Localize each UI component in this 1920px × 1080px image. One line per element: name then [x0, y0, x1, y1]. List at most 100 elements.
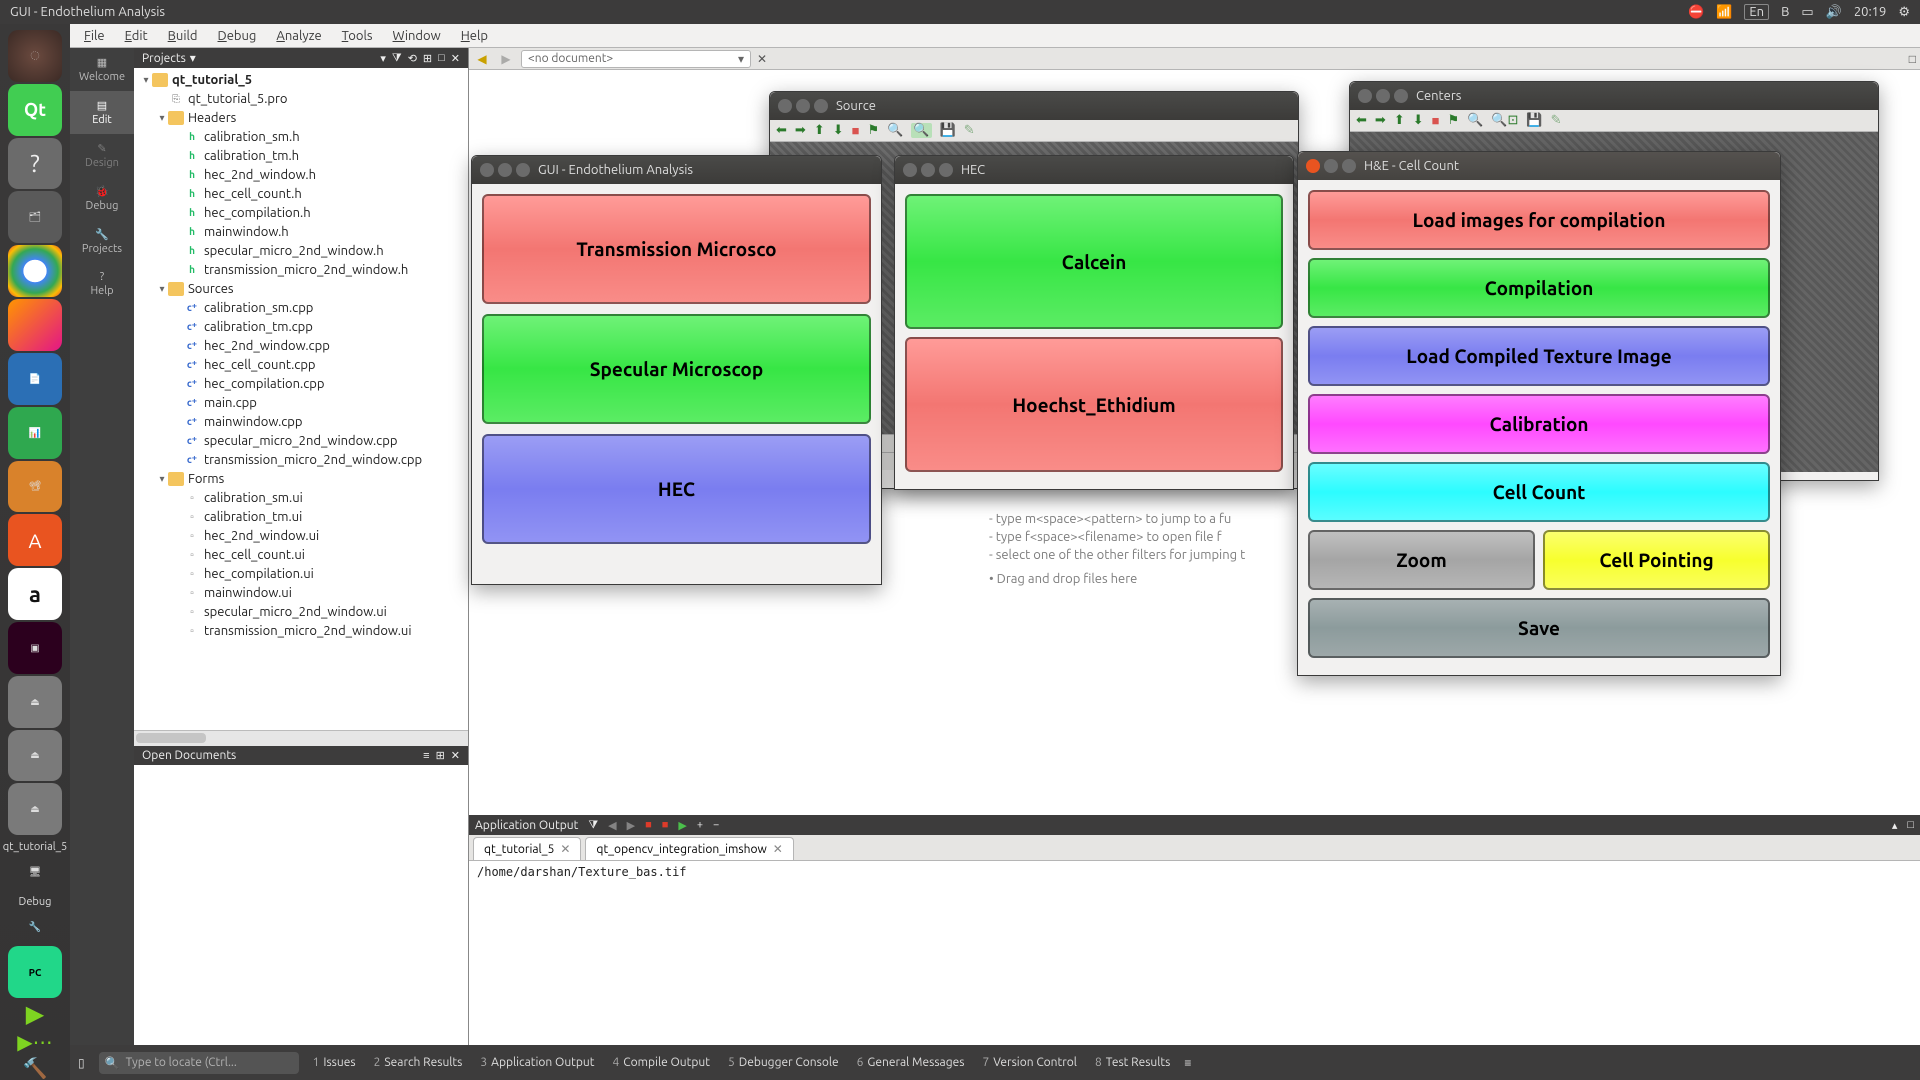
titlebar[interactable]: H&E - Cell Count: [1298, 152, 1780, 180]
run-play-icon[interactable]: ▶: [26, 1000, 44, 1028]
calcein-button[interactable]: Calcein: [905, 194, 1283, 329]
hoechst-ethidium-button[interactable]: Hoechst_Ethidium: [905, 337, 1283, 472]
bottom-panel-issues[interactable]: 1Issues: [313, 1056, 356, 1069]
window-max-icon[interactable]: [939, 163, 953, 177]
save-icon[interactable]: 💾: [1526, 113, 1542, 128]
project-tree[interactable]: ▾qt_tutorial_5⎘qt_tutorial_5.pro▾Headers…: [134, 68, 468, 730]
nav-fwd-icon[interactable]: ▶: [497, 52, 515, 66]
cursor-icon[interactable]: ✎: [1551, 113, 1562, 128]
link-icon[interactable]: ⟲: [408, 52, 417, 65]
bottom-panel-search-results[interactable]: 2Search Results: [374, 1056, 463, 1069]
titlebar[interactable]: GUI - Endothelium Analysis: [472, 156, 881, 184]
tree-row[interactable]: ▫hec_2nd_window.ui: [134, 526, 468, 545]
build-hammer-icon[interactable]: 🔨: [23, 1056, 48, 1080]
tree-row[interactable]: ▫hec_compilation.ui: [134, 564, 468, 583]
window-close-icon[interactable]: [1306, 159, 1320, 173]
wifi-icon[interactable]: 📶: [1716, 5, 1732, 20]
gear-icon[interactable]: ⚙: [1898, 5, 1910, 20]
dash-icon[interactable]: ◌: [8, 30, 62, 82]
chrome-icon[interactable]: [8, 245, 62, 297]
help-icon[interactable]: ?: [8, 138, 62, 190]
tree-row[interactable]: htransmission_micro_2nd_window.h: [134, 260, 468, 279]
close-panel-icon[interactable]: ✕: [451, 52, 460, 65]
tree-row[interactable]: ▾Sources: [134, 279, 468, 298]
mode-edit[interactable]: ▤Edit: [70, 91, 134, 134]
close-icon[interactable]: ✕: [773, 842, 783, 856]
arrow-left-icon[interactable]: ⬅: [1356, 113, 1367, 128]
specular-microscopy-button[interactable]: Specular Microscop: [482, 314, 871, 424]
mode-help[interactable]: ?Help: [70, 263, 134, 305]
disk-icon-1[interactable]: ⏏: [8, 676, 62, 728]
zoom-icon[interactable]: 🔍: [1467, 113, 1483, 128]
volume-icon[interactable]: 🔊: [1826, 5, 1842, 20]
clock[interactable]: 20:19: [1854, 5, 1887, 19]
cell-pointing-button[interactable]: Cell Pointing: [1543, 530, 1770, 590]
tree-row[interactable]: c⁺hec_2nd_window.cpp: [134, 336, 468, 355]
tree-row[interactable]: hhec_2nd_window.h: [134, 165, 468, 184]
cell-count-button[interactable]: Cell Count: [1308, 462, 1770, 522]
arrow-right-icon[interactable]: ➡: [1375, 113, 1386, 128]
calibration-button[interactable]: Calibration: [1308, 394, 1770, 454]
window-min-icon[interactable]: [1324, 159, 1338, 173]
filter-funnel-icon[interactable]: ⧩: [392, 52, 402, 65]
cursor-icon[interactable]: ✎: [964, 123, 975, 138]
stop-output-icon[interactable]: ■: [645, 819, 652, 831]
locator-input[interactable]: 🔍 Type to locate (Ctrl...: [99, 1052, 299, 1074]
arrow-up-icon[interactable]: ⬆: [814, 123, 825, 138]
tree-row[interactable]: c⁺calibration_sm.cpp: [134, 298, 468, 317]
arrow-right-icon[interactable]: ➡: [795, 123, 806, 138]
expand-output-icon[interactable]: ▴: [1892, 819, 1898, 832]
mode-debug[interactable]: 🐞Debug: [70, 177, 134, 220]
titlebar[interactable]: HEC: [895, 156, 1293, 184]
opendocs-close-icon[interactable]: ✕: [451, 749, 460, 762]
close-doc-icon[interactable]: ✕: [757, 52, 767, 66]
next-output-icon[interactable]: ▶: [627, 819, 635, 832]
window-close-icon[interactable]: [1358, 89, 1372, 103]
menu-edit[interactable]: Edit: [117, 27, 156, 45]
tree-row[interactable]: c⁺main.cpp: [134, 393, 468, 412]
tree-row[interactable]: ▫mainwindow.ui: [134, 583, 468, 602]
tree-row[interactable]: hhec_compilation.h: [134, 203, 468, 222]
minus-output-icon[interactable]: −: [713, 819, 719, 831]
filter-output-icon[interactable]: ⧩: [588, 819, 598, 832]
sidebar-toggle-icon[interactable]: ▯: [78, 1056, 85, 1070]
bottom-panel-debugger-console[interactable]: 5Debugger Console: [728, 1056, 839, 1069]
tree-horizontal-scrollbar[interactable]: [134, 730, 468, 746]
titlebar[interactable]: Centers: [1350, 82, 1878, 110]
filter-icon[interactable]: ▾: [380, 52, 386, 65]
tree-row[interactable]: hmainwindow.h: [134, 222, 468, 241]
output-tab-1[interactable]: qt_tutorial_5✕: [473, 837, 581, 860]
language-indicator[interactable]: En: [1744, 4, 1769, 20]
bottom-panel-compile-output[interactable]: 4Compile Output: [613, 1056, 710, 1069]
window-max-icon[interactable]: [516, 163, 530, 177]
terminal-icon[interactable]: ▣: [8, 622, 62, 674]
tree-row[interactable]: c⁺specular_micro_2nd_window.cpp: [134, 431, 468, 450]
plus-output-icon[interactable]: +: [697, 819, 703, 831]
tree-row[interactable]: ⎘qt_tutorial_5.pro: [134, 89, 468, 108]
firefox-icon[interactable]: [8, 299, 62, 351]
no-entry-icon[interactable]: ⛔: [1688, 5, 1704, 20]
zoom-fit-icon[interactable]: 🔍: [911, 123, 931, 138]
arrow-down-icon[interactable]: ⬇: [1413, 113, 1424, 128]
menu-window[interactable]: Window: [385, 27, 449, 45]
battery-icon[interactable]: ▭: [1801, 5, 1813, 20]
bluetooth-icon[interactable]: B: [1781, 5, 1789, 19]
disk-icon-3[interactable]: ⏏: [8, 783, 62, 835]
tree-row[interactable]: hcalibration_tm.h: [134, 146, 468, 165]
split-icon[interactable]: □: [438, 52, 445, 64]
flag-icon[interactable]: ⚑: [1447, 113, 1459, 128]
files-icon[interactable]: 🗂: [8, 191, 62, 243]
project-panel-title[interactable]: Projects: [142, 52, 186, 65]
window-close-icon[interactable]: [778, 99, 792, 113]
bottom-panel-version-control[interactable]: 7Version Control: [982, 1056, 1077, 1069]
tree-row[interactable]: ▫hec_cell_count.ui: [134, 545, 468, 564]
tree-row[interactable]: ▫transmission_micro_2nd_window.ui: [134, 621, 468, 640]
prev-output-icon[interactable]: ◀: [608, 819, 616, 832]
software-center-icon[interactable]: A: [8, 514, 62, 566]
load-images-button[interactable]: Load images for compilation: [1308, 190, 1770, 250]
tree-row[interactable]: ▫calibration_tm.ui: [134, 507, 468, 526]
arrow-up-icon[interactable]: ⬆: [1394, 113, 1405, 128]
tree-row[interactable]: c⁺hec_compilation.cpp: [134, 374, 468, 393]
impress-icon[interactable]: 📽: [8, 461, 62, 513]
window-close-icon[interactable]: [903, 163, 917, 177]
